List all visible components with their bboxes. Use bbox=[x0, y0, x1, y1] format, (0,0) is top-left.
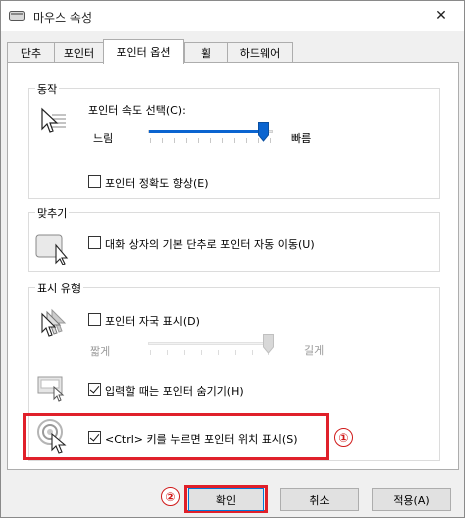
fast-label: 빠름 bbox=[291, 132, 312, 145]
tab-strip: 단추 포인터 포인터 옵션 휠 하드웨어 bbox=[7, 39, 459, 64]
close-button[interactable]: ✕ bbox=[418, 1, 464, 31]
pointer-trails-icon bbox=[41, 308, 67, 337]
short-label: 짧게 bbox=[90, 345, 111, 358]
cancel-button[interactable]: 취소 bbox=[280, 488, 359, 511]
hide-while-typing-label: 입력할 때는 포인터 숨기기(H) bbox=[105, 385, 244, 398]
precision-label: 포인터 정확도 향상(E) bbox=[105, 177, 209, 190]
tab-pointer-options[interactable]: 포인터 옵션 bbox=[103, 39, 184, 64]
apply-button-label: 적용(A) bbox=[393, 493, 430, 507]
ok-button[interactable]: 확인 bbox=[188, 488, 264, 511]
apply-button[interactable]: 적용(A) bbox=[372, 488, 451, 511]
tab-hardware[interactable]: 하드웨어 bbox=[227, 42, 293, 63]
show-location-checkbox[interactable] bbox=[88, 431, 101, 444]
close-icon: ✕ bbox=[435, 8, 447, 24]
trails-checkbox[interactable] bbox=[88, 313, 101, 326]
show-location-label: <Ctrl> 키를 누르면 포인터 위치 표시(S) bbox=[105, 433, 298, 446]
snap-group-label: 맞추기 bbox=[35, 205, 70, 221]
mouse-properties-dialog: 마우스 속성 ✕ 단추 포인터 포인터 옵션 휠 하드웨어 동작 포인터 속도 … bbox=[0, 0, 465, 518]
long-label: 길게 bbox=[304, 344, 325, 357]
motion-group-label: 동작 bbox=[35, 81, 60, 97]
visibility-group-label: 표시 유형 bbox=[35, 280, 83, 296]
pointer-speed-label: 포인터 속도 선택(C): bbox=[88, 104, 186, 117]
title-bar: 마우스 속성 ✕ bbox=[1, 1, 464, 31]
precision-checkbox[interactable] bbox=[88, 175, 101, 188]
snap-to-icon bbox=[35, 234, 69, 265]
marker-2-text: ② bbox=[165, 489, 176, 504]
marker-1-text: ① bbox=[338, 430, 349, 445]
tab-pointers[interactable]: 포인터 bbox=[54, 42, 104, 63]
ok-button-label: 확인 bbox=[215, 493, 237, 507]
trails-slider-ticks bbox=[150, 350, 269, 356]
hide-pointer-icon bbox=[37, 376, 65, 402]
pointer-speed-icon bbox=[41, 107, 66, 133]
trails-slider-track[interactable] bbox=[148, 342, 268, 345]
slow-label: 느림 bbox=[93, 132, 114, 145]
speed-slider-fill bbox=[149, 130, 264, 133]
speed-slider-thumb[interactable] bbox=[258, 122, 269, 142]
annotation-marker-1: ① bbox=[334, 428, 353, 447]
tab-label: 휠 bbox=[200, 47, 212, 60]
trails-slider-thumb[interactable] bbox=[263, 334, 274, 354]
hide-while-typing-checkbox[interactable] bbox=[88, 383, 101, 396]
pointer-options-panel: 동작 포인터 속도 선택(C): 느림 빠름 포인터 정확도 향상(E) 맞추기 bbox=[7, 62, 459, 470]
show-location-icon bbox=[37, 419, 67, 454]
tab-label: 포인터 bbox=[63, 47, 95, 60]
tab-label: 단추 bbox=[20, 47, 42, 60]
cancel-button-label: 취소 bbox=[309, 493, 330, 507]
tab-wheel[interactable]: 휠 bbox=[184, 42, 228, 63]
speed-slider-ticks bbox=[150, 138, 271, 144]
tab-label: 하드웨어 bbox=[239, 47, 281, 60]
window-title: 마우스 속성 bbox=[33, 11, 93, 25]
snap-checkbox[interactable] bbox=[88, 236, 101, 249]
snap-label: 대화 상자의 기본 단추로 포인터 자동 이동(U) bbox=[105, 238, 315, 251]
tab-label: 포인터 옵션 bbox=[116, 46, 171, 59]
tab-buttons[interactable]: 단추 bbox=[7, 42, 55, 63]
mouse-app-icon bbox=[9, 11, 25, 21]
speed-slider-track[interactable] bbox=[148, 130, 273, 133]
trails-label: 포인터 자국 표시(D) bbox=[105, 315, 200, 328]
annotation-marker-2: ② bbox=[161, 487, 180, 506]
